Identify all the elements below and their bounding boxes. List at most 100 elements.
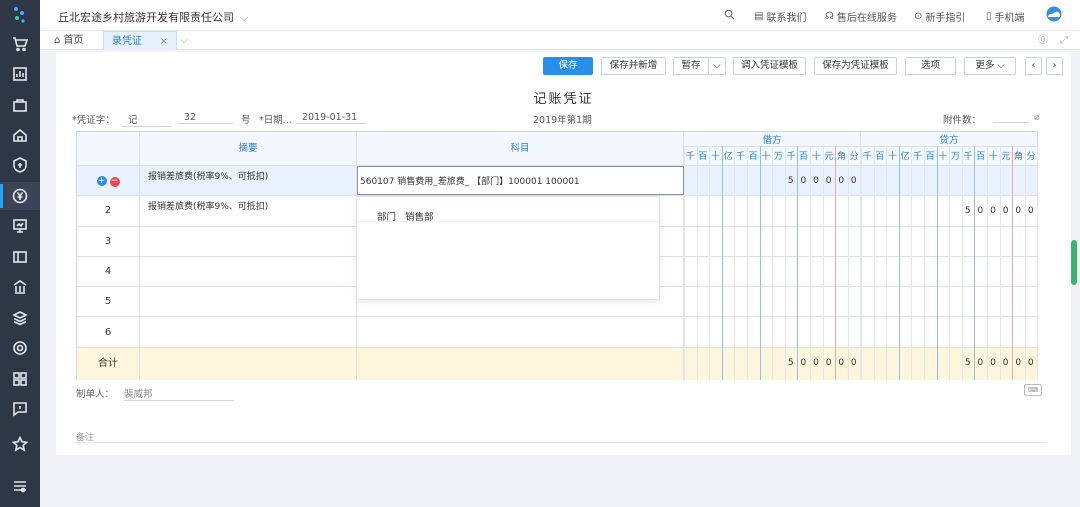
digit-column-line bbox=[1024, 146, 1026, 380]
monitor-icon[interactable] bbox=[0, 212, 40, 240]
digit-header-label: 百 bbox=[748, 152, 758, 162]
voucher-word-field[interactable]: 记 bbox=[122, 112, 172, 127]
attachment-icon[interactable]: ⌀ bbox=[1034, 112, 1040, 123]
next-button[interactable]: › bbox=[1046, 57, 1063, 75]
shield-icon[interactable] bbox=[0, 151, 40, 179]
summary-cell[interactable] bbox=[140, 256, 357, 287]
summary-cell[interactable]: 报销差旅费(税率9%、可抵扣) bbox=[140, 196, 357, 226]
ticket-icon[interactable] bbox=[0, 243, 40, 271]
voucher-number-field[interactable]: 32 bbox=[178, 112, 233, 124]
total-amount-digit: 0 bbox=[1015, 358, 1022, 368]
message-icon[interactable] bbox=[0, 395, 40, 423]
expand-icon[interactable]: ⤢ bbox=[1060, 31, 1068, 50]
import-template-button[interactable]: 调入凭证模板 bbox=[733, 57, 806, 75]
maker-field[interactable]: 裴威邦 bbox=[124, 386, 234, 401]
layers-icon[interactable] bbox=[0, 304, 40, 332]
digit-header-label: 分 bbox=[1026, 152, 1036, 162]
save-and-new-button[interactable]: 保存并新增 bbox=[601, 57, 666, 75]
digit-header-label: 百 bbox=[799, 152, 809, 162]
remove-row-icon[interactable]: − bbox=[109, 177, 120, 187]
digit-header-label: 百 bbox=[875, 152, 885, 162]
total-amount-digit: 5 bbox=[787, 358, 794, 368]
apps-icon[interactable] bbox=[0, 365, 40, 393]
mobile-link[interactable]: ▯ 手机端 bbox=[986, 9, 1025, 24]
voucher-word-label: *凭证字： bbox=[72, 115, 115, 126]
headset-icon: ☊ bbox=[825, 11, 834, 22]
digit-header-label: 十 bbox=[887, 152, 897, 162]
help-icon[interactable]: ⓪ bbox=[1038, 31, 1048, 50]
sidebar bbox=[0, 0, 40, 507]
chevron-down-icon[interactable]: ⌵ bbox=[180, 31, 192, 50]
home-icon[interactable] bbox=[0, 121, 40, 149]
digit-column-line bbox=[784, 146, 786, 380]
total-amount-digit: 0 bbox=[813, 358, 819, 368]
digit-column-line bbox=[861, 146, 862, 380]
prev-button[interactable]: ‹ bbox=[1025, 57, 1042, 75]
account-cell[interactable] bbox=[357, 317, 684, 347]
digit-header-label: 百 bbox=[698, 152, 708, 162]
amount-digit: 5 bbox=[787, 176, 794, 186]
bank-icon[interactable] bbox=[0, 273, 40, 301]
digit-column-line bbox=[721, 146, 723, 380]
save-template-button[interactable]: 保存为凭证模板 bbox=[814, 57, 897, 75]
amount-digit: 5 bbox=[964, 206, 971, 217]
summary-cell[interactable] bbox=[140, 226, 357, 256]
digit-column-line bbox=[987, 146, 988, 380]
chevron-down-icon: ⌵ bbox=[713, 60, 721, 71]
voucher-number-suffix: 号 bbox=[241, 115, 251, 126]
contact-us-link[interactable]: ▤ 联系我们 bbox=[754, 9, 806, 24]
table-row: 6 bbox=[77, 317, 1037, 348]
digit-column-line bbox=[1037, 146, 1039, 380]
account-cell[interactable]: 560107 销售费用_差旅费_ 【部门】100001 100001 bbox=[357, 166, 684, 196]
cart-icon[interactable] bbox=[0, 30, 40, 58]
digit-column-line bbox=[835, 146, 837, 380]
digit-column-line bbox=[797, 146, 799, 380]
more-button[interactable]: 更多 ⌵ bbox=[964, 57, 1016, 75]
digit-column-line bbox=[847, 146, 849, 380]
options-button[interactable]: 选项 bbox=[905, 57, 956, 75]
attachment-label: 附件数： bbox=[943, 115, 982, 126]
row-index-cell: 5 bbox=[77, 287, 140, 317]
summary-cell[interactable] bbox=[140, 317, 357, 347]
hold-button[interactable]: 暂存 bbox=[673, 57, 709, 75]
remark-field[interactable]: 备注 bbox=[76, 430, 1046, 443]
add-row-icon[interactable]: + bbox=[96, 176, 107, 186]
digit-column-line bbox=[999, 146, 1001, 380]
newbie-guide-link[interactable]: ⊙ 新手指引 bbox=[914, 9, 965, 24]
total-amount-digit: 0 bbox=[800, 358, 807, 368]
total-amount-digit: 0 bbox=[850, 358, 857, 368]
keyboard-icon[interactable]: ⌨ bbox=[1024, 384, 1042, 396]
attachment-field[interactable] bbox=[993, 112, 1029, 126]
summary-cell[interactable] bbox=[140, 287, 357, 317]
app-root: 丘北宏途乡村旅游开发有限责任公司 ⌵ ▤ 联系我们 ☊ 售后在线服务 ⊙ 新手指引 ▯ 手… bbox=[0, 0, 1080, 507]
hold-dropdown-button[interactable]: ⌵ bbox=[708, 57, 726, 75]
tab-record-voucher[interactable]: 录凭证 × bbox=[103, 31, 177, 50]
digit-header-label: 元 bbox=[1001, 152, 1011, 162]
yuan-icon[interactable] bbox=[0, 182, 40, 210]
chart-icon[interactable] bbox=[0, 60, 40, 88]
digit-header-label: 万 bbox=[773, 152, 783, 162]
bag-icon[interactable] bbox=[0, 91, 40, 119]
gear-icon[interactable] bbox=[0, 334, 40, 362]
account-dropdown[interactable]: 部门 销售部 bbox=[356, 196, 660, 300]
company-selector[interactable]: 丘北宏途乡村旅游开发有限责任公司 ⌵ bbox=[58, 9, 248, 25]
search-icon[interactable] bbox=[724, 9, 735, 20]
chevron-down-icon: ⌵ bbox=[240, 11, 249, 24]
online-service-link[interactable]: ☊ 售后在线服务 bbox=[825, 9, 897, 24]
tab-home[interactable]: ⌂ 首页 bbox=[54, 31, 94, 50]
menu-settings-icon[interactable] bbox=[0, 472, 40, 500]
digit-header-label: 千 bbox=[736, 152, 746, 162]
star-icon[interactable] bbox=[0, 430, 40, 458]
header-credit: 贷方 bbox=[939, 135, 959, 146]
close-icon[interactable]: × bbox=[160, 32, 168, 51]
avatar[interactable] bbox=[1046, 6, 1062, 22]
digit-column-line bbox=[810, 146, 811, 380]
digit-column-line bbox=[873, 146, 875, 380]
save-button[interactable]: 保存 bbox=[543, 57, 593, 75]
total-label: 合计 bbox=[77, 348, 140, 380]
digit-column-line bbox=[696, 146, 698, 380]
date-field[interactable]: 2019-01-31 bbox=[296, 112, 366, 124]
scrollbar-thumb[interactable] bbox=[1071, 240, 1077, 285]
digit-column-line bbox=[734, 146, 736, 380]
summary-cell[interactable]: 报销差旅费(税率9%、可抵扣) bbox=[140, 166, 357, 196]
